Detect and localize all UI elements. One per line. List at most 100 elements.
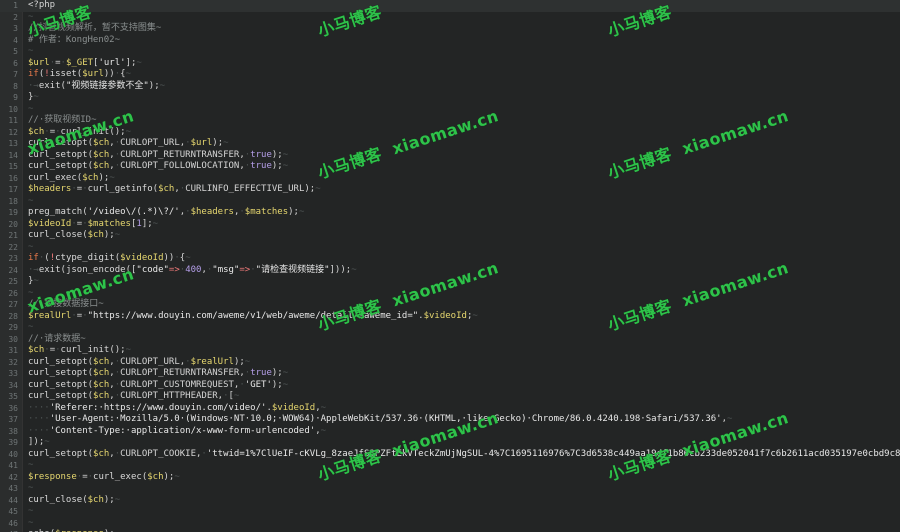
code-line[interactable]: 39]);~ (0, 437, 900, 449)
code-token: ); (98, 172, 110, 183)
code-token: $ch (93, 161, 110, 171)
code-token: ~ (28, 287, 34, 298)
code-line[interactable]: 26 ~ (0, 288, 900, 300)
code-token: ); (271, 368, 283, 378)
code-line[interactable]: 34 curl_setopt($ch,·CURLOPT_CUSTOMREQUEST… (0, 380, 900, 392)
code-token: ); (288, 207, 299, 217)
code-token: 'User-Agent:·Mozilla/5.0·(Windows·NT·10.… (49, 414, 722, 424)
code-line[interactable]: 30 //·请求数据~ (0, 334, 900, 346)
code-line[interactable]: 8 ·→exit("视频链接参数不全");~ (0, 81, 900, 93)
code-line[interactable]: 4 # 作者：KongHen02~ (0, 35, 900, 47)
code-line[interactable]: 36 ····'Referer:·https://www.douyin.com/v… (0, 403, 900, 415)
line-source: //·请求数据~ (28, 334, 86, 346)
code-token: $ch (87, 494, 104, 505)
code-line[interactable]: 45 ~ (0, 506, 900, 518)
code-line[interactable]: 20 $videoId·=·$matches[1];~ (0, 219, 900, 231)
code-token: curl_setopt (28, 391, 88, 401)
code-token: curl_setopt (28, 161, 88, 171)
code-line[interactable]: 10 ~ (0, 104, 900, 116)
line-number: 7 (13, 70, 18, 79)
code-line[interactable]: 37 ····'User-Agent:·Mozilla/5.0·(Windows·… (0, 414, 900, 426)
line-number: 39 (8, 438, 18, 447)
code-token: ~ (28, 241, 34, 252)
code-token: ~ (223, 138, 229, 148)
code-line[interactable]: 19 preg_match('/video\/(.*)\?/',·$headers… (0, 207, 900, 219)
code-token: curl_setopt (28, 356, 88, 367)
code-token: ~ (125, 126, 131, 137)
code-token: ~ (472, 310, 478, 321)
code-line[interactable]: 23 if·(!ctype_digit($videoId))·{~ (0, 253, 900, 265)
code-line[interactable]: 9}~ (0, 92, 900, 104)
line-number: 46 (8, 518, 18, 528)
code-token: ); (212, 138, 224, 148)
code-line[interactable]: 25}~ (0, 276, 900, 288)
line-source: ~ (28, 242, 33, 254)
code-line[interactable]: 40 curl_setopt($ch,·CURLOPT_COOKIE,·'ttwi… (0, 449, 900, 461)
line-source: ~ (28, 12, 33, 24)
code-token: ]; (141, 218, 153, 229)
code-token: if (28, 253, 39, 263)
code-token: ~ (44, 437, 50, 447)
code-token: $ch (93, 138, 110, 148)
code-token: //·获取视频ID~ (28, 115, 97, 125)
code-line[interactable]: 18 ~ (0, 196, 900, 208)
code-token: curl_setopt (28, 149, 88, 160)
code-line[interactable]: 12 $ch·=·curl_init();~ (0, 127, 900, 139)
code-line[interactable]: 44 curl_close($ch);~ (0, 495, 900, 507)
code-line[interactable]: 42 $response·=·curl_exec($ch);~ (0, 472, 900, 484)
code-token: CURLOPT_HTTPHEADER, (120, 391, 224, 401)
code-token: '/video\/(.*)\?/' (87, 207, 180, 217)
line-source: curl_setopt($ch,·CURLOPT_URL,·$url);~ (28, 138, 229, 150)
line-source: curl_close($ch);~ (28, 230, 120, 242)
code-line[interactable]: 1 <?php (0, 0, 900, 12)
code-line[interactable]: 11 //·获取视频ID~ (0, 115, 900, 127)
code-line[interactable]: 31 $ch·=·curl_init();~ (0, 345, 900, 357)
code-token: ···· (28, 414, 50, 424)
code-token: )) (103, 69, 115, 79)
code-line[interactable]: 13 curl_setopt($ch,·CURLOPT_URL,·$url);~ (0, 138, 900, 150)
code-line[interactable]: 7 if(!isset($url))·{~ (0, 69, 900, 81)
code-token: ~ (28, 11, 34, 22)
code-line[interactable]: 46 ~ (0, 518, 900, 530)
code-line[interactable]: 3 //抖音视频解析，暂不支持图集~ (0, 23, 900, 35)
code-line[interactable]: 22 ~ (0, 242, 900, 254)
code-line[interactable]: 2 ~ (0, 12, 900, 24)
code-token: ~ (244, 356, 251, 367)
code-token: ~ (28, 483, 34, 493)
code-line[interactable]: 17 $headers·=·curl_getinfo($ch,·CURLINFO_… (0, 184, 900, 196)
code-token: ~ (28, 103, 34, 114)
code-token: isset (49, 69, 77, 79)
code-line[interactable]: 6 $url·=·$_GET['url'];~ (0, 58, 900, 70)
code-line[interactable]: 38 ····'Content-Type:·application/x-www-f… (0, 426, 900, 438)
code-token: "视频链接参数不全" (65, 80, 149, 91)
code-line[interactable]: 32 curl_setopt($ch,·CURLOPT_URL,·$realUrl… (0, 357, 900, 369)
code-line[interactable]: 28 $realUrl·=·"https://www.douyin.com/awe… (0, 311, 900, 323)
code-editor[interactable]: 1 <?php 2 ~3//抖音视频解析，暂不支持图集~ 4 # 作者：KongHen02… (0, 0, 900, 532)
code-line[interactable]: 29 ~ (0, 322, 900, 334)
line-source: //·获取视频ID~ (28, 115, 97, 127)
code-area[interactable]: 1 <?php 2 ~3//抖音视频解析，暂不支持图集~ 4 # 作者：KongHen02… (0, 0, 900, 532)
code-token: $_GET (65, 57, 94, 68)
code-token: $ch (28, 126, 45, 137)
line-number: 33 (8, 369, 18, 378)
code-token: ); (233, 356, 245, 367)
code-token: (); (109, 345, 126, 355)
code-line[interactable]: 16 curl_exec($ch);~ (0, 173, 900, 185)
code-line[interactable]: 14 curl_setopt($ch,·CURLOPT_RETURNTRANSFE… (0, 150, 900, 162)
line-source: curl_setopt($ch,·CURLOPT_COOKIE,·'ttwid=… (28, 449, 900, 461)
line-source: $ch·=·curl_init();~ (28, 345, 131, 357)
code-line[interactable]: 21 curl_close($ch);~ (0, 230, 900, 242)
line-number: 3 (13, 24, 18, 33)
code-line[interactable]: 41 ~ (0, 460, 900, 472)
line-source: ~ (28, 46, 33, 58)
code-line[interactable]: 24 ·→exit(json_encode(["code"=>·400,·"msg… (0, 265, 900, 277)
code-line[interactable]: 5 ~ (0, 46, 900, 58)
code-line[interactable]: 35 curl_setopt($ch,·CURLOPT_HTTPHEADER,·[… (0, 391, 900, 403)
line-source: curl_exec($ch);~ (28, 173, 115, 185)
code-token: ])); (329, 264, 352, 275)
code-line[interactable]: 27 //·拼接数据接口~ (0, 299, 900, 311)
code-line[interactable]: 15 curl_setopt($ch,·CURLOPT_FOLLOWLOCATIO… (0, 161, 900, 173)
code-line[interactable]: 43 ~ (0, 483, 900, 495)
code-line[interactable]: 33 curl_setopt($ch,·CURLOPT_RETURNTRANSFE… (0, 368, 900, 380)
code-token: $ch (93, 379, 110, 390)
